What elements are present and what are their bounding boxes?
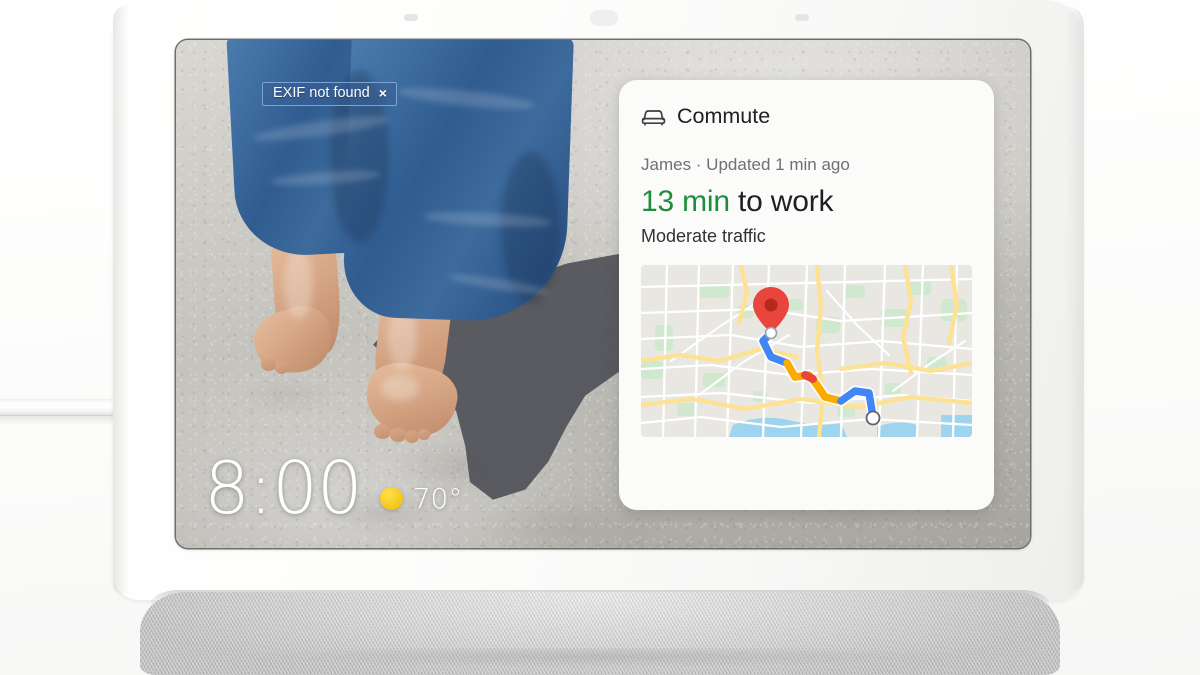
exif-not-found-badge[interactable]: EXIF not found × xyxy=(262,82,397,106)
commute-card-meta: James · Updated 1 min ago xyxy=(641,155,850,174)
front-toe xyxy=(404,430,419,443)
commute-eta-suffix: to work xyxy=(729,185,834,218)
commute-card-title: Commute xyxy=(677,104,771,128)
ambient-light-sensor xyxy=(404,14,418,21)
display-screen[interactable]: EXIF not found × 8:00 70° Commute James … xyxy=(176,40,1030,548)
front-toe xyxy=(417,429,430,441)
device-left-highlight xyxy=(113,4,129,594)
front-toe xyxy=(390,428,406,443)
commute-card-header: Commute xyxy=(641,104,972,129)
origin-circle xyxy=(865,410,881,426)
proximity-sensor xyxy=(795,14,809,21)
sun-icon xyxy=(379,487,403,511)
back-toe xyxy=(275,362,288,375)
screenshot-root: EXIF not found × 8:00 70° Commute James … xyxy=(0,0,1200,675)
skin-highlight xyxy=(380,375,420,401)
ground-shadow xyxy=(120,648,1080,675)
close-icon[interactable]: × xyxy=(379,86,387,100)
map-canvas xyxy=(641,265,972,437)
commute-eta-time: 13 min xyxy=(641,185,730,218)
commute-map[interactable] xyxy=(641,265,972,437)
front-toe xyxy=(374,423,392,439)
commute-eta: 13 min to work xyxy=(641,185,972,219)
microphone-icon xyxy=(590,10,618,26)
commute-traffic-status: Moderate traffic xyxy=(641,226,766,246)
car-icon xyxy=(641,107,666,126)
temperature-value: 70° xyxy=(412,482,463,516)
device-right-edge xyxy=(1066,6,1084,591)
commute-card[interactable]: Commute James · Updated 1 min ago 13 min… xyxy=(619,80,994,510)
weather-widget[interactable]: 70° xyxy=(379,482,463,516)
clock-weather-cluster: 8:00 70° xyxy=(204,445,463,530)
skin-highlight xyxy=(283,248,313,320)
back-toe xyxy=(261,358,276,372)
clock-time: 8:00 xyxy=(204,445,363,530)
exif-badge-label: EXIF not found xyxy=(273,85,370,101)
